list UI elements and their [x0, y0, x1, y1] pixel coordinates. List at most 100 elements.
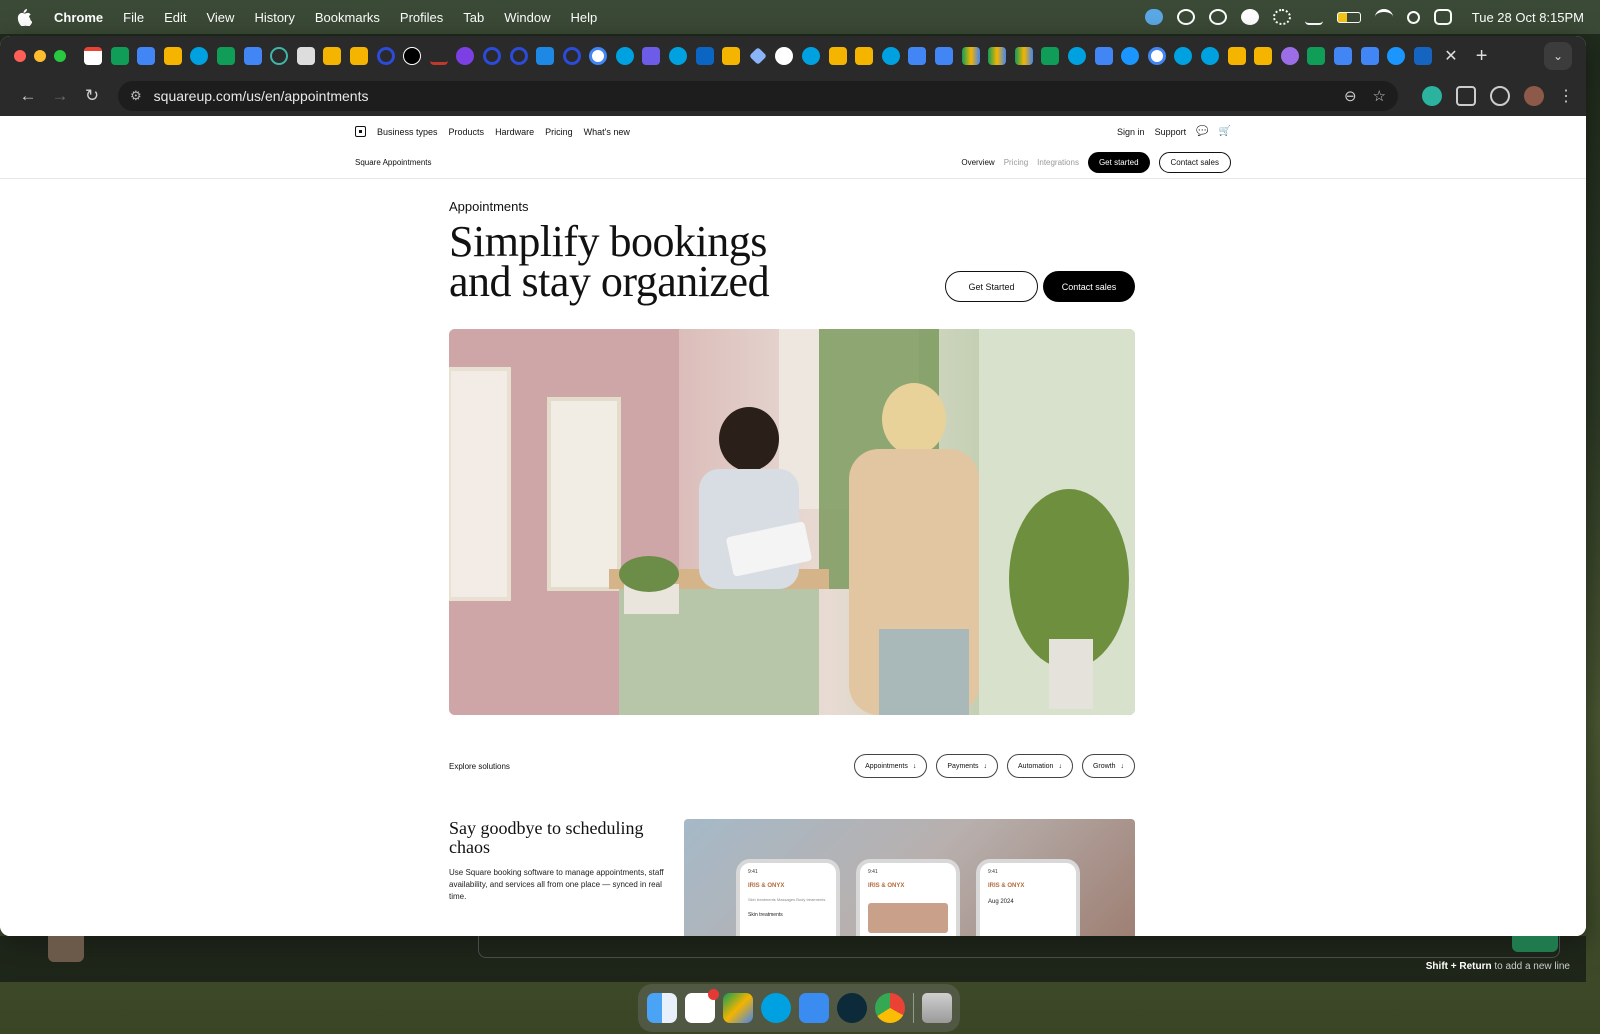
purple-tab-icon[interactable]	[456, 47, 475, 65]
docs-tab-icon[interactable]	[243, 47, 262, 65]
salesforce-tab-icon[interactable]	[881, 47, 900, 65]
salesforce-tab-icon[interactable]	[1067, 47, 1086, 65]
gmail-tab-icon[interactable]	[84, 47, 102, 65]
headphones-icon[interactable]	[1176, 9, 1195, 25]
menu-history[interactable]: History	[254, 10, 294, 25]
spiral-tab-icon[interactable]	[270, 47, 289, 65]
linkedin-tab-icon[interactable]	[695, 47, 714, 65]
spotlight-search-icon[interactable]	[1406, 10, 1420, 24]
performance-icon[interactable]	[1490, 86, 1510, 106]
salesforce-tab-icon[interactable]	[802, 47, 821, 65]
google-tab-icon[interactable]	[1147, 47, 1166, 65]
ring-tab-icon[interactable]	[376, 47, 395, 65]
finder-icon[interactable]	[646, 993, 677, 1023]
slides-tab-icon[interactable]	[323, 47, 342, 65]
control-center-icon[interactable]	[1433, 9, 1452, 25]
square-logo-icon[interactable]	[355, 126, 366, 137]
product-name[interactable]: Square Appointments	[355, 158, 432, 167]
close-tab-icon[interactable]: ✕	[1444, 46, 1457, 66]
extension-w-icon[interactable]	[1422, 86, 1442, 106]
zoom-icon[interactable]: ⊖	[1344, 87, 1357, 105]
sync-warning-icon[interactable]	[1208, 9, 1227, 25]
ring-tab-icon[interactable]	[562, 47, 581, 65]
trailhead-tab-icon[interactable]	[1121, 47, 1140, 65]
slides-tab-icon[interactable]	[722, 47, 741, 65]
battery-icon[interactable]	[1336, 11, 1361, 23]
slides-tab-icon[interactable]	[1227, 47, 1246, 65]
chip-automation[interactable]: Automation ↓	[1007, 754, 1073, 778]
close-window-button[interactable]	[14, 50, 26, 62]
nav-business-types[interactable]: Business types	[377, 127, 438, 137]
address-bar[interactable]: ⚙ squareup.com/us/en/appointments ⊖ ☆	[118, 81, 1398, 111]
browser-menu-icon[interactable]: ⋮	[1558, 86, 1574, 106]
nav-hardware[interactable]: Hardware	[495, 127, 534, 137]
back-arrow-icon[interactable]: ←	[12, 86, 44, 106]
extensions-puzzle-icon[interactable]	[1456, 86, 1476, 106]
slides-tab-icon[interactable]	[163, 47, 182, 65]
slides-tab-icon[interactable]	[828, 47, 847, 65]
wifi-icon[interactable]	[1374, 9, 1393, 25]
salesforce-tab-icon[interactable]	[190, 47, 209, 65]
menu-bookmarks[interactable]: Bookmarks	[315, 10, 380, 25]
slides-tab-icon[interactable]	[855, 47, 874, 65]
trash-icon[interactable]	[921, 993, 952, 1023]
key-icon[interactable]	[1304, 9, 1323, 25]
subnav-get-started-button[interactable]: Get started	[1087, 152, 1150, 173]
cart-icon[interactable]: 🛒	[1219, 126, 1231, 137]
menu-help[interactable]: Help	[571, 10, 598, 25]
sheets-tab-icon[interactable]	[110, 47, 129, 65]
menu-profiles[interactable]: Profiles	[400, 10, 443, 25]
drive-tab-icon[interactable]	[988, 47, 1007, 65]
profile-avatar[interactable]	[1524, 86, 1544, 106]
menu-app-name[interactable]: Chrome	[54, 10, 103, 25]
chrome-icon[interactable]	[874, 993, 905, 1023]
openai-tab-icon[interactable]	[775, 47, 794, 65]
chat-message-input[interactable]	[478, 936, 1560, 958]
checkmark-icon[interactable]	[1240, 9, 1259, 25]
hero-get-started-button[interactable]: Get Started	[945, 271, 1038, 302]
menu-edit[interactable]: Edit	[164, 10, 186, 25]
nav-pricing[interactable]: Pricing	[545, 127, 573, 137]
sheets-tab-icon[interactable]	[1307, 47, 1326, 65]
slides-tab-icon[interactable]	[1254, 47, 1273, 65]
docs-tab-icon[interactable]	[1333, 47, 1352, 65]
new-tab-icon[interactable]: +	[1476, 45, 1488, 68]
mail-icon[interactable]	[798, 993, 829, 1023]
active-tab-icon[interactable]	[1413, 47, 1432, 65]
sheets-tab-icon[interactable]	[216, 47, 235, 65]
minimize-window-button[interactable]	[34, 50, 46, 62]
subnav-overview[interactable]: Overview	[961, 158, 994, 167]
hero-contact-sales-button[interactable]: Contact sales	[1043, 271, 1135, 302]
reload-icon[interactable]: ↻	[76, 86, 108, 106]
trailhead-tab-icon[interactable]	[1387, 47, 1406, 65]
ring-tab-icon[interactable]	[482, 47, 501, 65]
google-drive-icon[interactable]	[722, 993, 753, 1023]
menu-tab[interactable]: Tab	[463, 10, 484, 25]
nav-whats-new[interactable]: What's new	[584, 127, 630, 137]
docs-tab-icon[interactable]	[908, 47, 927, 65]
apple-icon[interactable]	[16, 8, 34, 27]
chip-payments[interactable]: Payments ↓	[936, 754, 999, 778]
portrait-tab-icon[interactable]	[296, 47, 315, 65]
google-tab-icon[interactable]	[589, 47, 608, 65]
support-link[interactable]: Support	[1155, 127, 1187, 137]
drive-tab-icon[interactable]	[1014, 47, 1033, 65]
menu-view[interactable]: View	[206, 10, 234, 25]
send-button[interactable]	[1512, 936, 1558, 952]
wix-tab-icon[interactable]	[403, 47, 422, 65]
chat-icon[interactable]: 💬	[1196, 126, 1208, 137]
menu-file[interactable]: File	[123, 10, 144, 25]
cloud-icon[interactable]	[1144, 9, 1163, 25]
ai-tab-icon[interactable]	[642, 47, 661, 65]
drive-tab-icon[interactable]	[961, 47, 980, 65]
tab-search-chevron-icon[interactable]: ⌄	[1544, 42, 1572, 70]
docs-tab-icon[interactable]	[1094, 47, 1113, 65]
sheets-tab-icon[interactable]	[1041, 47, 1060, 65]
url-text[interactable]: squareup.com/us/en/appointments	[154, 88, 1328, 104]
columns-tab-icon[interactable]	[536, 47, 555, 65]
slack-icon[interactable]	[684, 989, 719, 1023]
chip-growth[interactable]: Growth ↓	[1081, 754, 1135, 778]
gemini-tab-icon[interactable]	[748, 47, 767, 65]
subnav-contact-sales-button[interactable]: Contact sales	[1158, 152, 1231, 173]
bookmark-star-icon[interactable]: ☆	[1373, 87, 1386, 105]
